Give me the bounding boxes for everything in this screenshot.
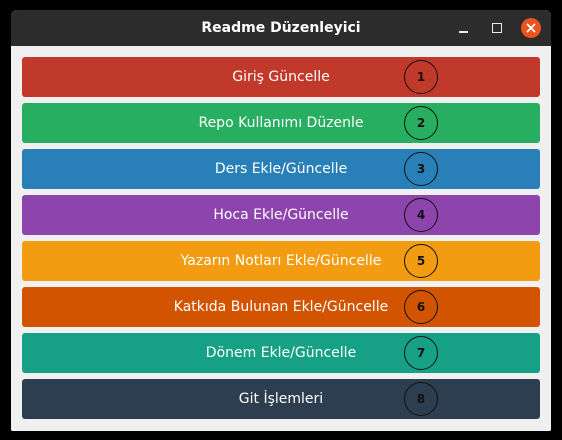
button-label: Git İşlemleri: [238, 391, 324, 407]
button-label: Giriş Güncelle: [232, 69, 330, 85]
title-bar: Readme Düzenleyici: [11, 10, 551, 46]
donem-ekle-guncelle-button[interactable]: Dönem Ekle/Güncelle 7: [22, 333, 540, 373]
minimize-icon: [458, 31, 468, 33]
ders-ekle-guncelle-button[interactable]: Ders Ekle/Güncelle 3: [22, 149, 540, 189]
button-panel: Giriş Güncelle 1 Repo Kullanımı Düzenle …: [11, 46, 551, 431]
katkida-bulunan-button[interactable]: Katkıda Bulunan Ekle/Güncelle 6: [22, 287, 540, 327]
button-number-badge: 3: [404, 152, 438, 186]
close-button[interactable]: [519, 10, 543, 46]
button-number-badge: 5: [404, 244, 438, 278]
git-islemleri-button[interactable]: Git İşlemleri 8: [22, 379, 540, 419]
button-label: Hoca Ekle/Güncelle: [213, 207, 349, 223]
button-label: Ders Ekle/Güncelle: [214, 161, 348, 177]
button-number-badge: 2: [404, 106, 438, 140]
button-number-badge: 4: [404, 198, 438, 232]
button-label: Repo Kullanımı Düzenle: [198, 115, 364, 131]
minimize-button[interactable]: [451, 10, 475, 46]
button-label: Katkıda Bulunan Ekle/Güncelle: [173, 299, 389, 315]
app-window: Readme Düzenleyici Giriş Güncelle 1 Repo…: [11, 10, 551, 431]
maximize-button[interactable]: [485, 10, 509, 46]
hoca-ekle-guncelle-button[interactable]: Hoca Ekle/Güncelle 4: [22, 195, 540, 235]
yazarin-notlari-button[interactable]: Yazarın Notları Ekle/Güncelle 5: [22, 241, 540, 281]
button-number-badge: 6: [404, 290, 438, 324]
button-number-badge: 8: [404, 382, 438, 416]
button-number-badge: 1: [404, 60, 438, 94]
button-label: Yazarın Notları Ekle/Güncelle: [180, 253, 382, 269]
button-label: Dönem Ekle/Güncelle: [205, 345, 357, 361]
button-number-badge: 7: [404, 336, 438, 370]
close-icon: [521, 18, 541, 38]
giris-guncelle-button[interactable]: Giriş Güncelle 1: [22, 57, 540, 97]
repo-kullanimi-duzenle-button[interactable]: Repo Kullanımı Düzenle 2: [22, 103, 540, 143]
maximize-icon: [492, 23, 502, 33]
